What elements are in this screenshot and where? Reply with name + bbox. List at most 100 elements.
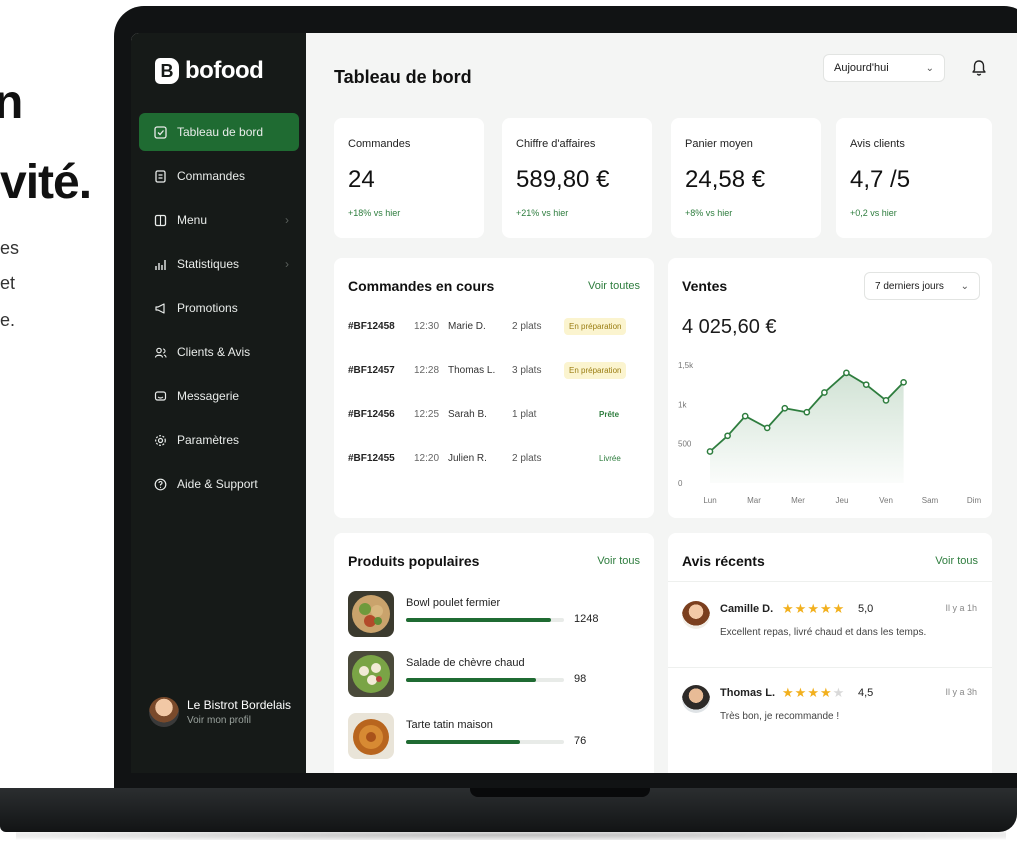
sidebar-item-menu[interactable]: Menu ›: [139, 201, 299, 239]
sales-data-point: [741, 412, 749, 420]
sidebar-item-commandes[interactable]: Commandes: [139, 157, 299, 195]
reviewer-name: Thomas L.: [720, 687, 776, 699]
sales-data-point: [706, 448, 714, 455]
logo-text: bofood: [185, 57, 264, 84]
order-id: #BF12456: [348, 408, 395, 420]
order-customer: Marie D.: [448, 320, 486, 332]
order-status-badge: En préparation: [564, 361, 627, 379]
logo[interactable]: B bofood: [155, 57, 264, 85]
order-customer: Thomas L.: [448, 364, 496, 376]
sidebar-item-messagerie[interactable]: Messagerie: [139, 377, 299, 415]
sales-data-point: [781, 404, 789, 412]
users-icon: [153, 345, 167, 359]
order-status-badge: Livrée: [599, 453, 621, 463]
laptop-shadow: [16, 830, 1006, 840]
star-icon: ★: [794, 601, 808, 616]
products-title: Produits populaires: [348, 553, 480, 569]
product-item[interactable]: Bowl poulet fermier 1248: [348, 591, 648, 637]
chevron-right-icon: ›: [285, 257, 289, 271]
reviewer-avatar: [682, 685, 710, 713]
order-id: #BF12457: [348, 364, 395, 376]
product-thumbnail: [348, 591, 394, 637]
page-title: Tableau de bord: [334, 67, 472, 87]
kpi-card-orders[interactable]: Commandes 24 +18% vs hier: [334, 118, 484, 238]
sales-area: [710, 372, 904, 483]
sidebar-item-label: Messagerie: [177, 389, 240, 403]
date-filter-select[interactable]: Aujourd'hui ⌄: [823, 54, 945, 82]
order-row[interactable]: #BF12457 12:28 Thomas L. 3 plats En préparat…: [348, 360, 648, 380]
reviewer-name: Camille D.: [720, 603, 774, 615]
gear-icon: [153, 433, 167, 447]
order-id: #BF12458: [348, 320, 395, 332]
product-progress-track: [406, 678, 564, 682]
kpi-card-basket[interactable]: Panier moyen 24,58 € +8% vs hier: [671, 118, 821, 238]
product-thumbnail: [348, 713, 394, 759]
x-tick-label: Mer: [791, 496, 805, 505]
sidebar-item-statistiques[interactable]: Statistiques ›: [139, 245, 299, 283]
order-status-badge: Prête: [599, 409, 620, 419]
promo-headline-2: vité.: [0, 156, 92, 209]
star-icon: ★: [807, 685, 820, 700]
chevron-right-icon: ›: [285, 213, 289, 227]
message-icon: [153, 389, 167, 403]
sidebar-item-promotions[interactable]: Promotions: [139, 289, 299, 327]
order-qty: 2 plats: [512, 452, 542, 464]
review-item[interactable]: Camille D. ★★★★★ 5,0 Il y a 1h Excellent rep…: [682, 599, 977, 659]
star-icon: ★: [782, 601, 795, 616]
sidebar-item-aide-support[interactable]: Aide & Support: [139, 465, 299, 503]
x-tick-label: Jeu: [836, 496, 849, 505]
order-customer: Julien R.: [448, 452, 487, 464]
sales-data-point: [803, 408, 811, 416]
star-icon: ★: [807, 601, 820, 616]
review-item[interactable]: Thomas L. ★★★★★ 4,5 Il y a 3h Très bon, je r…: [682, 683, 977, 743]
kpi-delta: +0,2 vs hier: [850, 208, 897, 218]
sidebar-item-label: Promotions: [177, 301, 238, 315]
order-row[interactable]: #BF12456 12:25 Sarah B. 1 plat Prête: [348, 404, 648, 424]
help-icon: [153, 477, 167, 491]
star-icon: ★: [782, 685, 795, 700]
bell-icon[interactable]: [971, 59, 987, 77]
order-time: 12:28: [414, 364, 440, 376]
review-time: Il y a 3h: [945, 687, 977, 697]
sidebar-nav: Tableau de bord Commandes Menu › Statistique…: [139, 113, 299, 509]
kpi-value: 4,7 /5: [850, 166, 911, 193]
sidebar-item-clients-avis[interactable]: Clients & Avis: [139, 333, 299, 371]
sales-period-select[interactable]: 7 derniers jours ⌄: [864, 272, 980, 300]
promo-headline-1: n: [0, 76, 23, 129]
divider: [668, 581, 992, 582]
reviewer-avatar: [682, 601, 710, 629]
order-row[interactable]: #BF12458 12:30 Marie D. 2 plats En préparati…: [348, 316, 648, 336]
kpi-card-reviews[interactable]: Avis clients 4,7 /5 +0,2 vs hier: [836, 118, 992, 238]
sidebar-item-param-tres[interactable]: Paramètres: [139, 421, 299, 459]
order-row[interactable]: #BF12455 12:20 Julien R. 2 plats Livrée: [348, 448, 648, 468]
date-filter-value: Aujourd'hui: [834, 62, 889, 74]
product-count: 76: [574, 735, 587, 747]
order-time: 12:30: [414, 320, 440, 332]
chevron-down-icon: ⌄: [925, 62, 934, 74]
product-progress-fill: [406, 618, 552, 622]
reviews-title: Avis récents: [682, 553, 765, 569]
product-item[interactable]: Salade de chèvre chaud 98: [348, 651, 648, 697]
profile-name: Le Bistrot Bordelais: [187, 698, 292, 712]
orders-title: Commandes en cours: [348, 278, 495, 294]
order-customer: Sarah B.: [448, 408, 487, 420]
product-name: Bowl poulet fermier: [406, 597, 501, 609]
x-tick-label: Dim: [967, 496, 982, 505]
review-text: Très bon, je recommande !: [720, 711, 840, 722]
product-item[interactable]: Tarte tatin maison 76: [348, 713, 648, 759]
x-tick-label: Ven: [879, 496, 893, 505]
sales-total: 4 025,60 €: [682, 316, 777, 338]
products-see-all-link[interactable]: Voir tous: [597, 555, 640, 567]
reviews-see-all-link[interactable]: Voir tous: [935, 555, 978, 567]
orders-see-all-link[interactable]: Voir toutes: [588, 280, 640, 292]
sidebar-item-label: Commandes: [177, 169, 246, 183]
laptop-base: [0, 788, 1017, 832]
avatar: [149, 697, 179, 727]
kpi-card-revenue[interactable]: Chiffre d'affaires 589,80 € +21% vs hier: [502, 118, 652, 238]
y-tick-label: 0: [678, 479, 683, 488]
profile-link[interactable]: Voir mon profil: [187, 715, 291, 726]
kpi-delta: +8% vs hier: [685, 208, 733, 218]
sidebar-item-tableau-de-bord[interactable]: Tableau de bord: [139, 113, 299, 151]
profile[interactable]: Le Bistrot Bordelais Voir mon profil: [149, 697, 291, 727]
order-id: #BF12455: [348, 452, 395, 464]
